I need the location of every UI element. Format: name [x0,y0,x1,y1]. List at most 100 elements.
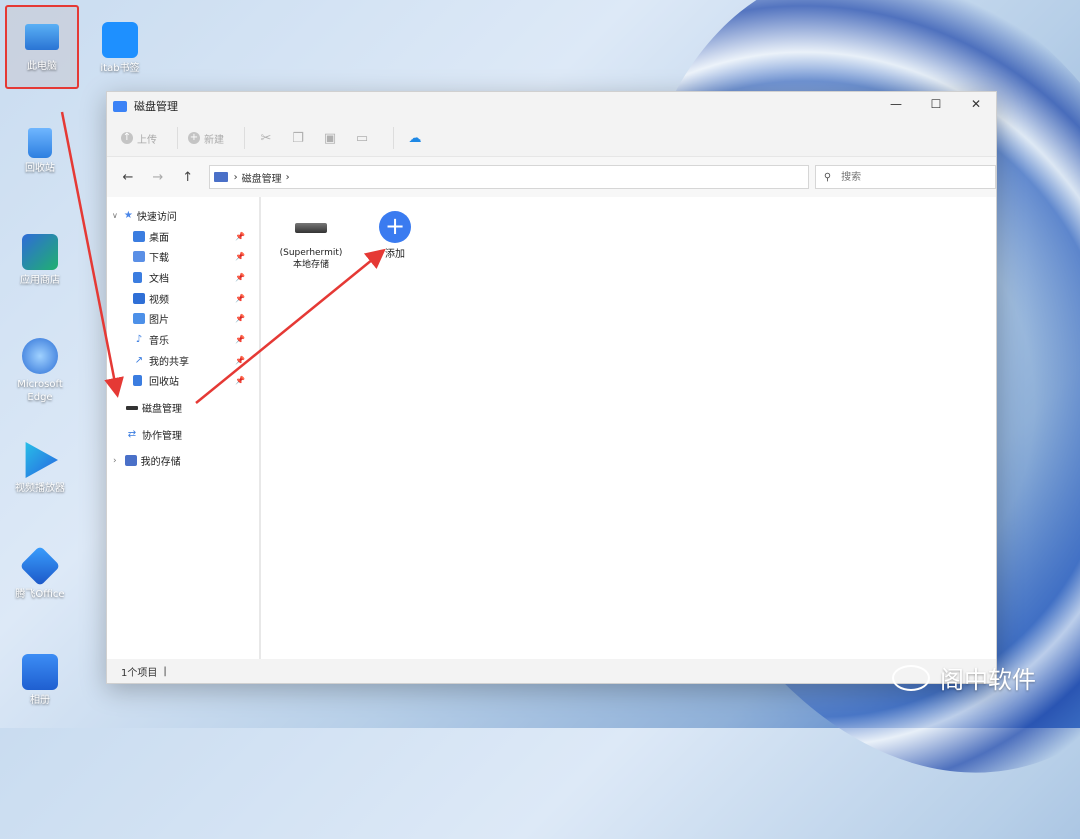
toolbar-divider [393,127,394,149]
upload-icon: ↑ [121,132,133,144]
edge-browser-icon [22,338,58,374]
status-divider: | [163,665,167,677]
drive-label-name: (Superhermit) [279,248,343,258]
address-bar[interactable]: › 磁盘管理 › [208,165,809,189]
desktop-icon-app-store[interactable]: 应用商店 [4,234,76,287]
sidebar-item-label: 回收站 [149,377,179,389]
pin-icon[interactable]: 📌 [235,294,245,303]
desktop-icon-photos[interactable]: 相册 [4,654,76,707]
itab-bird-icon [102,22,138,58]
sidebar-item-label: 协作管理 [142,430,182,442]
sidebar-item-label: 下载 [149,253,169,265]
breadcrumb-disk-manage[interactable]: 磁盘管理 [242,170,282,185]
window-title: 磁盘管理 [134,100,178,113]
desktop-icon-label: itab书签 [100,63,140,74]
plus-circle-icon: + [379,211,411,243]
pin-icon[interactable]: 📌 [235,356,245,365]
watermark-text: 阁中软件 [940,666,1036,694]
minimize-button[interactable]: — [876,92,916,116]
upload-button[interactable]: ↑ 上传 [121,131,157,146]
pin-icon[interactable]: 📌 [235,335,245,344]
app-store-bag-icon [22,234,58,270]
maximize-button[interactable]: ☐ [916,92,956,116]
computer-icon [25,24,59,50]
download-icon [133,251,145,263]
rename-icon[interactable]: ▭ [351,131,373,146]
document-icon [133,271,142,283]
recycle-bin-icon [133,375,142,387]
sidebar-item-my-share[interactable]: ↗ 我的共享 📌 [107,350,259,371]
sidebar-item-label: 图片 [149,315,169,327]
sidebar-item-label: 快速访问 [136,211,177,223]
sidebar-item-label: 我的存储 [140,457,181,469]
office-cube-icon [19,545,61,587]
sidebar-item-downloads[interactable]: 下载 📌 [107,246,259,267]
disk-manager-window: 磁盘管理 — ☐ ✕ ↑ 上传 + 新建 ✂ ❐ ▣ ▭ ☁ ← → ↑ › 磁… [106,91,997,684]
desktop-icon-video-player[interactable]: 视频播放器 [4,442,76,495]
sidebar-item-recycle-bin[interactable]: 回收站 📌 [107,371,259,392]
desktop-icon-recycle-bin[interactable]: 回收站 [4,128,76,175]
desktop-icon-label: 回收站 [25,163,55,174]
sidebar-item-videos[interactable]: 视频 📌 [107,288,259,309]
search-icon: ⚲ [823,171,832,183]
search-input[interactable] [839,170,984,184]
pin-icon[interactable]: 📌 [235,232,245,241]
hard-drive-icon [295,223,327,233]
sidebar-item-collab-manage[interactable]: ⇄ 协作管理 [107,424,259,445]
sidebar-item-label: 音乐 [149,335,169,347]
sidebar-item-desktop[interactable]: 桌面 📌 [107,226,259,247]
sidebar-item-disk-manage[interactable]: 磁盘管理 [107,397,259,418]
desktop-icon-office[interactable]: 腾飞Office [4,545,76,601]
desktop-icon-this-pc[interactable]: 此电脑 [6,20,78,73]
sidebar-item-label: 磁盘管理 [142,404,182,416]
drive-item-local-storage[interactable]: (Superhermit) 本地存储 [277,223,345,271]
paste-icon[interactable]: ▣ [319,131,341,146]
title-bar[interactable]: 磁盘管理 — ☐ ✕ [107,92,996,120]
share-cloud-icon[interactable]: ☁ [404,131,426,146]
content-pane: (Superhermit) 本地存储 + 添加 [261,197,996,659]
recycle-bin-icon [28,128,52,158]
back-arrow-icon[interactable]: ← [117,170,139,185]
sidebar-item-documents[interactable]: 文档 📌 [107,267,259,288]
close-button[interactable]: ✕ [956,92,996,116]
sidebar-item-my-storage[interactable]: › 我的存储 [107,451,259,472]
item-count: 1个项目 [121,667,158,679]
sidebar-item-label: 视频 [149,294,169,306]
video-icon [133,292,145,304]
desktop-icon-edge[interactable]: Microsoft Edge [4,338,76,404]
add-storage-button[interactable]: + 添加 [379,211,411,261]
copy-icon[interactable]: ❐ [287,131,309,146]
star-icon: ★ [123,209,133,221]
cut-icon[interactable]: ✂ [255,131,277,146]
pin-icon[interactable]: 📌 [235,273,245,282]
forward-arrow-icon[interactable]: → [147,170,169,185]
play-icon [25,442,58,478]
new-button[interactable]: + 新建 [188,131,224,146]
picture-icon [133,313,145,325]
pin-icon[interactable]: 📌 [235,376,245,385]
desktop-icon-label: 相册 [30,695,50,706]
share-icon: ↗ [134,354,144,366]
navigation-pane: ∨ ★ 快速访问 桌面 📌 下载 📌 文档 📌 视频 📌 图片 📌 ♪ 音乐 📌… [107,197,261,659]
photos-icon [22,654,58,690]
chevron-down-icon: ∨ [112,210,118,220]
computer-icon [124,455,137,467]
desktop-icon-itab[interactable]: itab书签 [84,22,156,75]
pin-icon[interactable]: 📌 [235,314,245,323]
sidebar-item-quick-access[interactable]: ∨ ★ 快速访问 [107,205,259,226]
search-box[interactable]: ⚲ [814,165,996,189]
new-label: 新建 [204,134,224,146]
up-arrow-icon[interactable]: ↑ [177,170,199,185]
wechat-logo-icon [892,664,930,691]
folder-icon [113,100,127,112]
plus-icon: + [188,132,200,144]
sidebar-item-pictures[interactable]: 图片 📌 [107,308,259,329]
toolbar: ↑ 上传 + 新建 ✂ ❐ ▣ ▭ ☁ [107,120,996,157]
sidebar-item-label: 我的共享 [149,356,189,368]
sidebar-item-music[interactable]: ♪ 音乐 📌 [107,329,259,350]
desktop-icon-label: 此电脑 [27,61,57,72]
desktop-icon [133,230,145,242]
add-label: 添加 [385,249,405,260]
toolbar-divider [244,127,245,149]
pin-icon[interactable]: 📌 [235,252,245,261]
